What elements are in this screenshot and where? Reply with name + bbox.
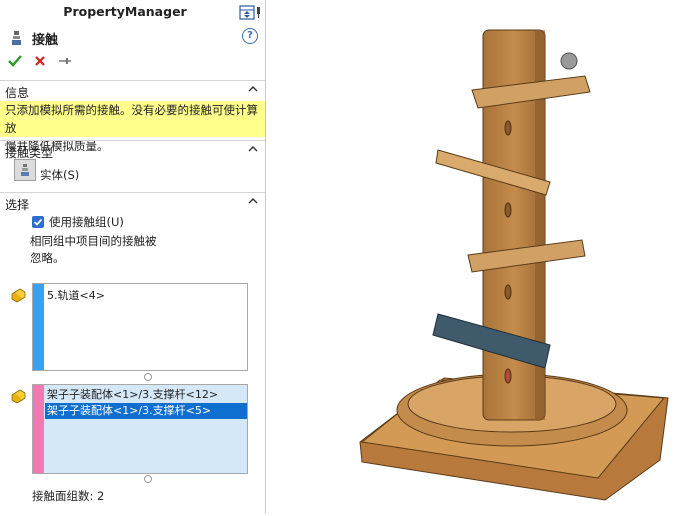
list-item-selected[interactable]: 架子子装配体<1>/3.支撑杆<5>: [45, 403, 247, 419]
feature-name: 接触: [32, 32, 59, 48]
use-contact-groups-label[interactable]: 使用接触组(U): [49, 214, 124, 230]
info-section-header[interactable]: 信息: [0, 80, 265, 101]
contact-set-count: 接触面组数: 2: [32, 489, 105, 503]
list-item[interactable]: 5.轨道<4>: [45, 288, 247, 304]
list-resize-handle[interactable]: [144, 373, 152, 381]
marble-run-model: [359, 29, 669, 501]
list-resize-handle[interactable]: [144, 475, 152, 483]
contact-group2-list[interactable]: 架子子装配体<1>/3.支撑杆<12> 架子子装配体<1>/3.支撑杆<5>: [32, 384, 248, 474]
info-text-line1: 只添加模拟所需的接触。没有必要的接触可使计算放: [5, 103, 258, 135]
solid-contact-icon: [21, 164, 29, 176]
component-group2-icon: [11, 389, 26, 404]
feature-header: 接触: [10, 29, 59, 48]
info-message: 只添加模拟所需的接触。没有必要的接触可使计算放 慢并降低模拟质量。: [0, 101, 265, 153]
component-group1-icon: [11, 288, 26, 303]
solid-contact-button[interactable]: [14, 159, 36, 181]
info-section-title: 信息: [5, 86, 30, 100]
solid-contact-label: 实体(S): [40, 168, 80, 182]
group-note: 相同组中项目间的接触被 忽略。: [30, 233, 170, 267]
use-contact-groups-checkbox[interactable]: [32, 216, 44, 228]
push-pin-icon[interactable]: [57, 54, 73, 68]
collapse-chevron-icon[interactable]: [248, 145, 258, 153]
selection-section-title: 选择: [5, 198, 30, 212]
graphics-viewport[interactable]: [267, 0, 700, 513]
contact-type-section-header[interactable]: 接触类型: [0, 140, 265, 161]
list-item[interactable]: 架子子装配体<1>/3.支撑杆<12>: [45, 387, 247, 403]
group-note-line2: 忽略。: [30, 251, 65, 265]
property-manager-panel: PropertyManager 接触 ? 信息 只添加模拟所需的接触。没有必要的…: [0, 0, 266, 513]
group2-color-bar: [33, 385, 44, 473]
group-note-line1: 相同组中项目间的接触被: [30, 234, 157, 248]
selection-section-header[interactable]: 选择: [0, 192, 265, 213]
group1-color-bar: [33, 284, 44, 370]
cancel-icon[interactable]: [33, 54, 47, 68]
contact-feature-icon: [12, 31, 21, 45]
checkmark-icon: [33, 218, 43, 226]
panel-pin-icon[interactable]: [239, 3, 263, 21]
ok-icon[interactable]: [7, 54, 23, 68]
collapse-chevron-icon[interactable]: [248, 85, 258, 93]
help-icon[interactable]: ?: [242, 28, 258, 44]
action-bar: [7, 54, 73, 68]
panel-title: PropertyManager: [63, 4, 187, 19]
contact-group1-list[interactable]: 5.轨道<4>: [32, 283, 248, 371]
collapse-chevron-icon[interactable]: [248, 197, 258, 205]
